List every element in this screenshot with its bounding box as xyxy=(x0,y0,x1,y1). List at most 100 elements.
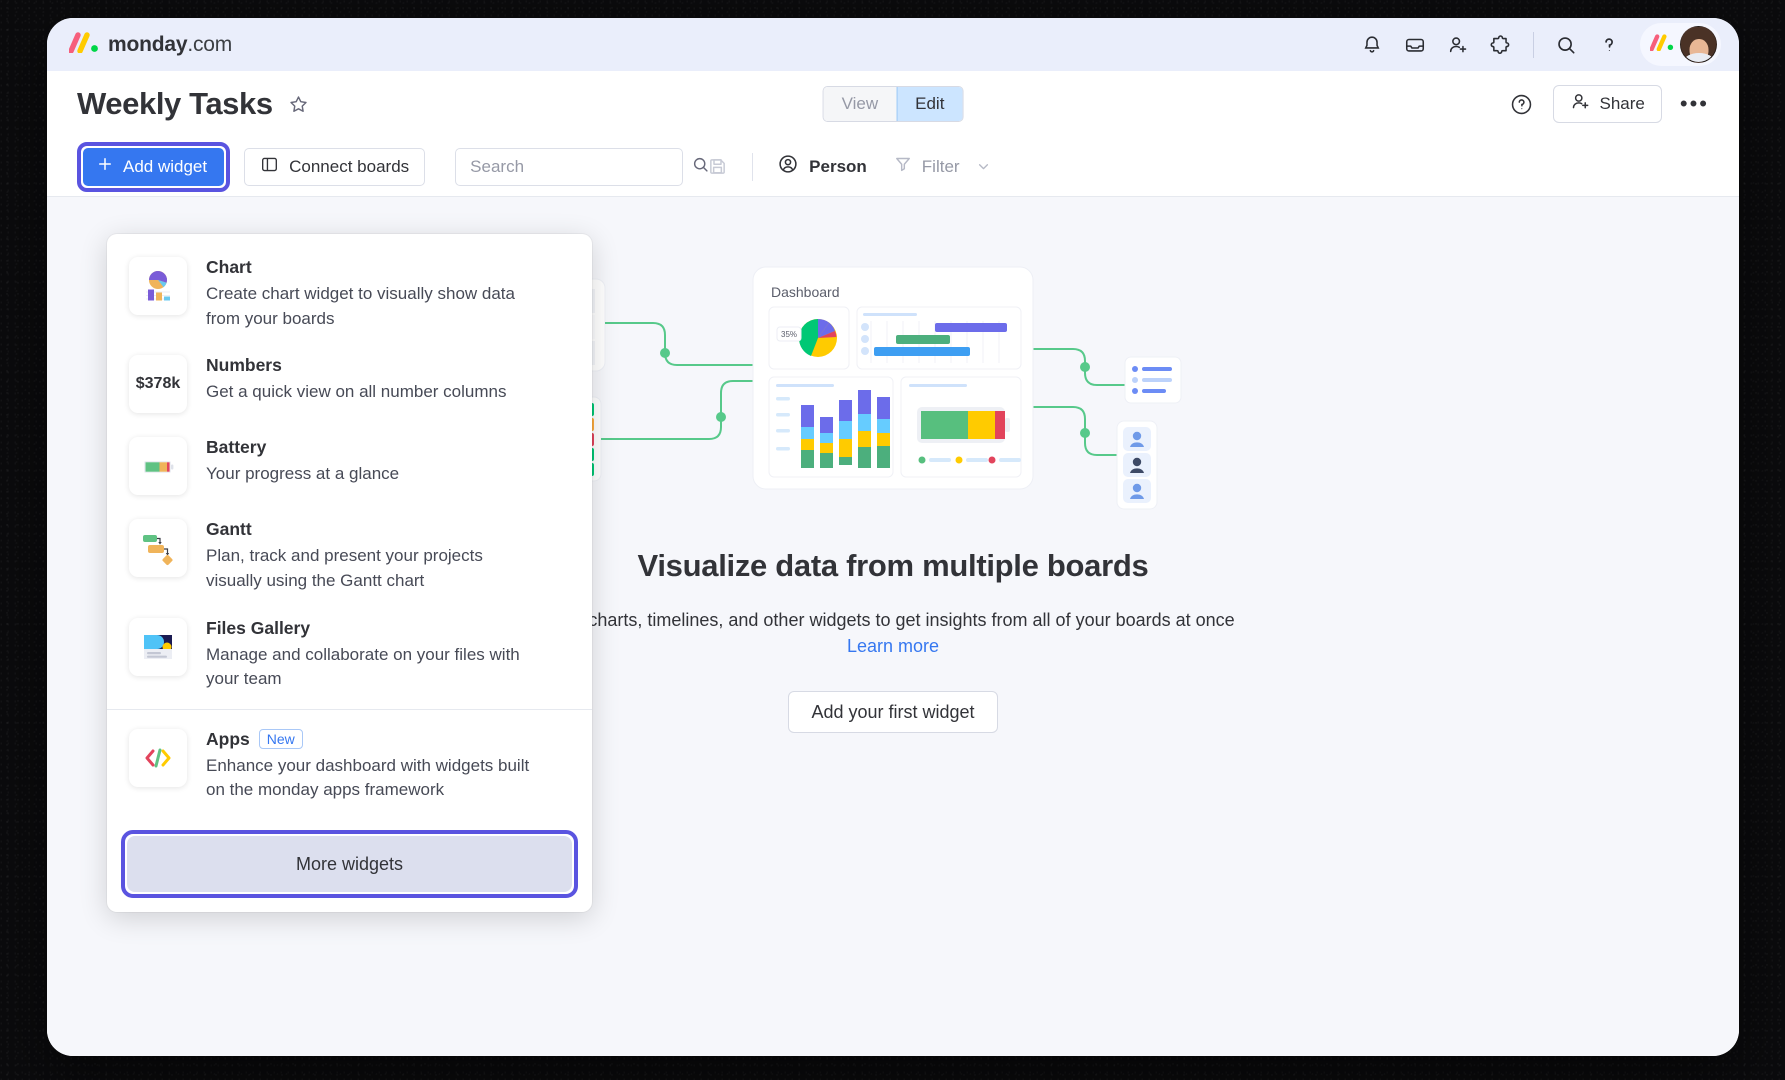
widget-option-numbers[interactable]: $378k Numbers Get a quick view on all nu… xyxy=(107,342,592,424)
search-box[interactable] xyxy=(455,147,708,186)
notifications-icon[interactable] xyxy=(1352,25,1392,65)
gantt-widget-icon xyxy=(129,519,187,578)
question-circle-icon[interactable] xyxy=(1505,87,1539,121)
user-avatar-image[interactable] xyxy=(1680,26,1717,63)
chart-label: Chart xyxy=(206,257,252,277)
dashboard-toolbar: Add widget Connect boards Search Person … xyxy=(47,137,1739,197)
empty-state-title: Visualize data from multiple boards xyxy=(637,548,1149,583)
connect-boards-button[interactable]: Connect boards xyxy=(244,147,426,186)
brand-tld: .com xyxy=(187,32,233,56)
add-widget-highlight: Add widget xyxy=(77,141,231,192)
widget-option-text: Chart Create chart widget to visually sh… xyxy=(206,255,536,331)
dashboard-header: Weekly Tasks View Edit Share ••• xyxy=(47,71,1739,137)
widget-list: Chart Create chart widget to visually sh… xyxy=(107,234,592,818)
monday-mini-logo-icon xyxy=(1649,33,1674,56)
chevron-down-icon[interactable] xyxy=(975,158,992,175)
widget-option-description: Create chart widget to visually show dat… xyxy=(206,284,515,328)
widget-option-description: Manage and collaborate on your files wit… xyxy=(206,644,520,689)
help-icon[interactable] xyxy=(1589,25,1629,65)
brand-text: monday.com xyxy=(108,33,232,57)
page-title[interactable]: Weekly Tasks xyxy=(77,86,273,122)
widget-option-title: Files Gallery xyxy=(206,618,536,639)
person-icon xyxy=(777,153,799,180)
widget-option-description: Plan, track and present your projects vi… xyxy=(206,546,483,590)
empty-state-subtitle: Use charts, timelines, and other widgets… xyxy=(551,610,1235,630)
new-badge: New xyxy=(258,729,303,750)
numbers-widget-icon: $378k xyxy=(129,355,187,414)
svg-text:Dashboard: Dashboard xyxy=(771,284,840,300)
battery-widget-icon xyxy=(129,437,187,496)
topbar-actions xyxy=(1352,23,1721,66)
widget-option-text: Battery Your progress at a glance xyxy=(206,435,399,487)
widget-option-apps[interactable]: Apps New Enhance your dashboard with wid… xyxy=(107,716,592,814)
add-widget-button[interactable]: Add widget xyxy=(83,147,225,186)
add-first-widget-button[interactable]: Add your first widget xyxy=(788,691,998,733)
widget-option-title: Chart xyxy=(206,257,536,278)
widget-option-description: Get a quick view on all number columns xyxy=(206,382,507,402)
widget-option-title: Numbers xyxy=(206,355,506,376)
search-icon[interactable] xyxy=(1546,25,1586,65)
share-button[interactable]: Share xyxy=(1552,85,1662,123)
avatar[interactable] xyxy=(1640,23,1721,66)
tab-edit[interactable]: Edit xyxy=(896,87,963,121)
share-person-icon xyxy=(1570,91,1591,117)
filter-label: Filter xyxy=(921,156,960,176)
add-widget-label: Add widget xyxy=(123,156,208,176)
search-input[interactable] xyxy=(470,156,692,177)
dropdown-separator xyxy=(107,708,592,710)
widget-option-text: Apps New Enhance your dashboard with wid… xyxy=(206,727,536,803)
filter-button[interactable]: Filter xyxy=(893,154,992,179)
widget-option-battery[interactable]: Battery Your progress at a glance xyxy=(107,424,592,506)
files-gallery-label: Files Gallery xyxy=(206,617,311,638)
apps-puzzle-icon[interactable] xyxy=(1481,25,1521,65)
invite-member-icon[interactable] xyxy=(1438,25,1478,65)
files-gallery-widget-icon xyxy=(129,617,187,676)
save-icon[interactable] xyxy=(707,156,728,177)
numbers-label: Numbers xyxy=(206,355,282,376)
widget-option-text: Gantt Plan, track and present your proje… xyxy=(206,517,536,593)
widget-option-description: Your progress at a glance xyxy=(206,464,400,484)
learn-more-link[interactable]: Learn more xyxy=(847,636,939,657)
illustration-list-card xyxy=(1124,356,1182,404)
board-panel-icon xyxy=(260,155,279,179)
person-filter-button[interactable]: Person xyxy=(777,153,867,180)
toolbar-divider xyxy=(752,152,754,181)
title-group: Weekly Tasks xyxy=(77,86,310,122)
person-label: Person xyxy=(809,156,867,176)
filter-funnel-icon xyxy=(893,154,913,179)
svg-text:35%: 35% xyxy=(781,330,797,339)
dropdown-footer: More widgets xyxy=(107,818,592,912)
more-options-button[interactable]: ••• xyxy=(1676,91,1713,117)
global-topbar: monday.com xyxy=(47,18,1739,71)
illustration-dashboard-card: Dashboard 35% xyxy=(752,266,1034,490)
more-widgets-highlight: More widgets xyxy=(121,830,578,899)
widget-option-description: Enhance your dashboard with widgets buil… xyxy=(206,755,530,800)
topbar-divider xyxy=(1533,31,1534,58)
plus-icon xyxy=(96,155,114,178)
widget-option-text: Numbers Get a quick view on all number c… xyxy=(206,353,506,405)
gantt-label: Gantt xyxy=(206,519,252,540)
brand-name: monday xyxy=(108,32,188,56)
numbers-icon-text: $378k xyxy=(135,375,181,393)
connect-boards-label: Connect boards xyxy=(289,156,410,176)
share-label: Share xyxy=(1599,94,1645,113)
widget-picker-dropdown: Chart Create chart widget to visually sh… xyxy=(107,234,592,913)
monday-logo-icon xyxy=(68,31,99,58)
dashboard-header-actions: Share ••• xyxy=(1505,85,1713,123)
widget-option-files-gallery[interactable]: Files Gallery Manage and collaborate on … xyxy=(107,605,592,703)
widget-option-title: Battery xyxy=(206,437,399,458)
monday-brand[interactable]: monday.com xyxy=(68,31,232,58)
apps-label: Apps xyxy=(206,728,250,749)
widget-option-gantt[interactable]: Gantt Plan, track and present your proje… xyxy=(107,506,592,604)
inbox-icon[interactable] xyxy=(1395,25,1435,65)
widget-option-title: Apps New xyxy=(206,729,536,750)
app-window: monday.com Weekly Tasks View Edit Share … xyxy=(47,18,1739,1056)
star-icon[interactable] xyxy=(287,93,310,116)
more-widgets-button[interactable]: More widgets xyxy=(127,836,572,893)
empty-state-illustration: 52 8 22 xyxy=(506,257,1273,522)
tab-view[interactable]: View xyxy=(823,87,897,121)
widget-option-chart[interactable]: Chart Create chart widget to visually sh… xyxy=(107,244,592,342)
apps-widget-icon xyxy=(129,728,187,787)
widget-option-title: Gantt xyxy=(206,519,536,540)
view-edit-toggle: View Edit xyxy=(822,86,964,122)
